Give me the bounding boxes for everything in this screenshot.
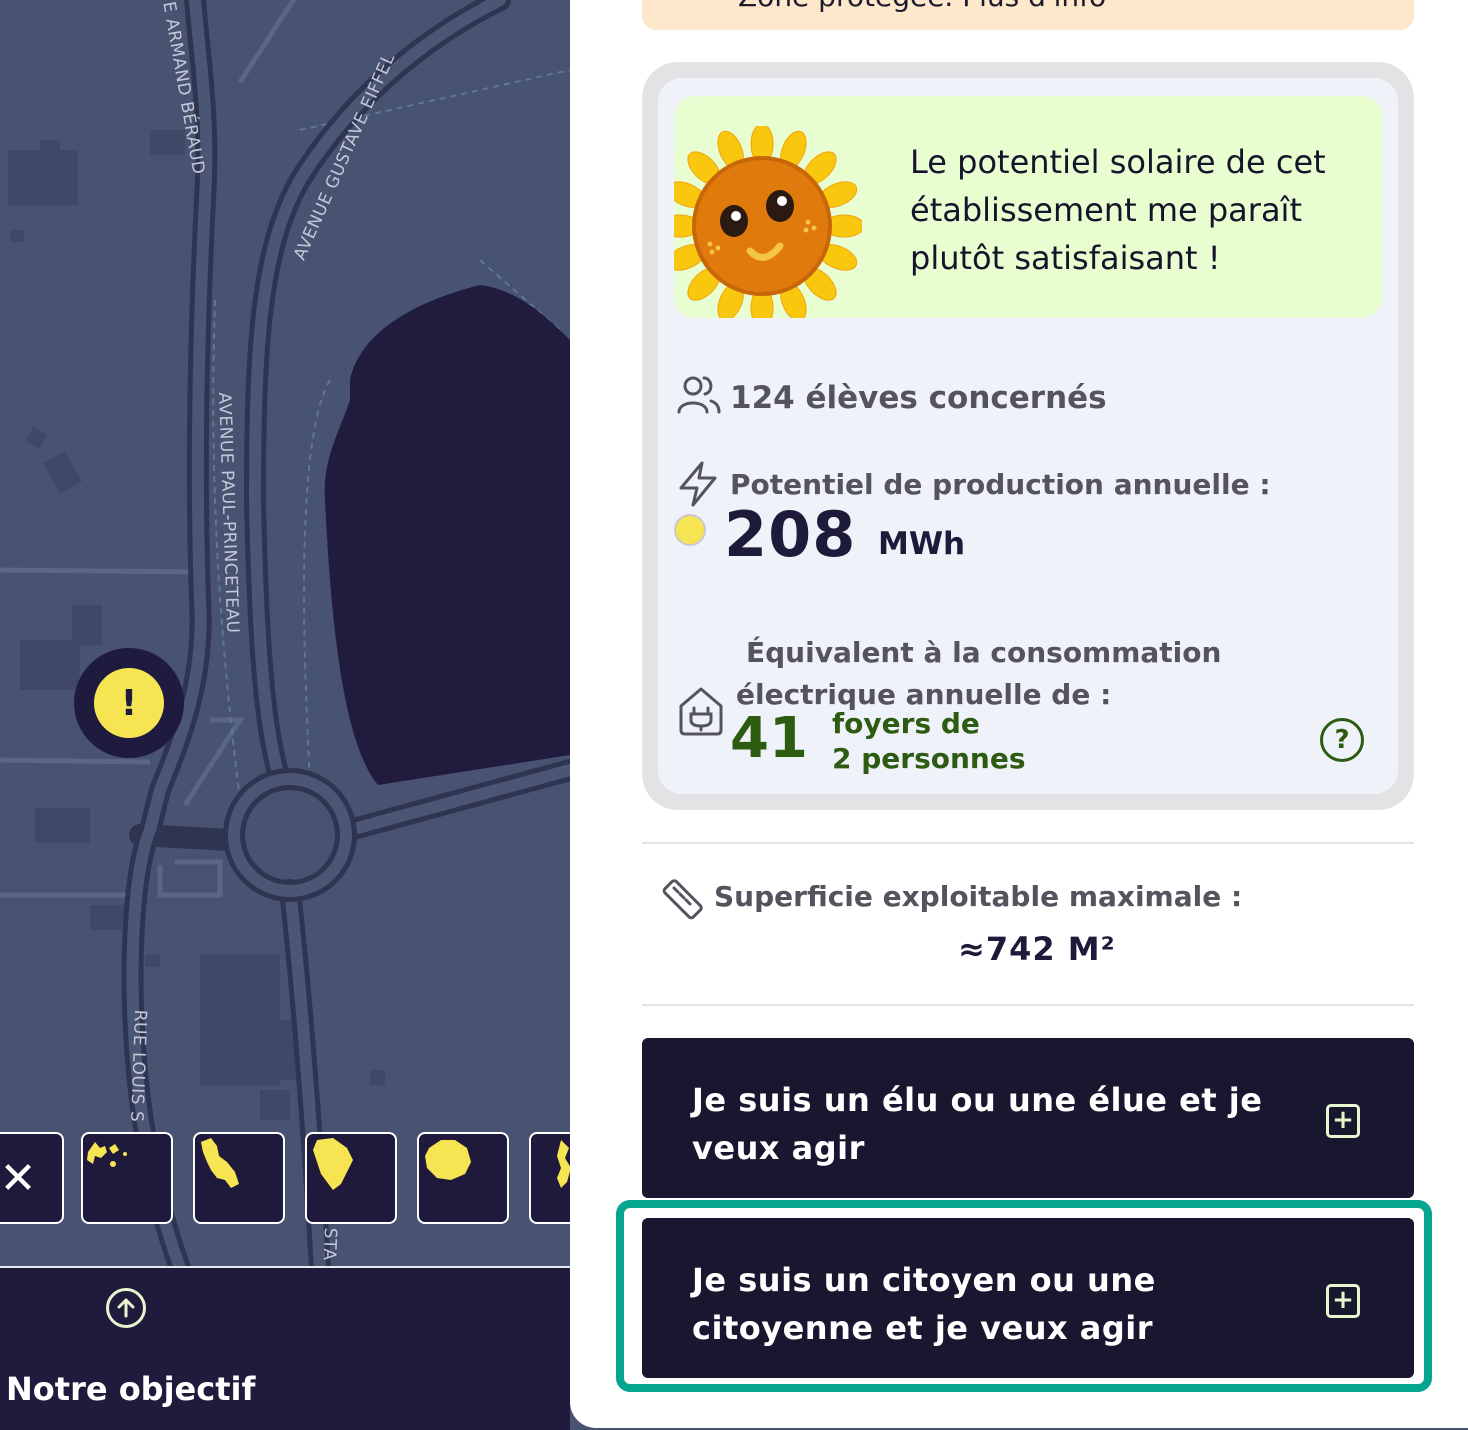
territory-button-la-reunion[interactable] [417,1132,509,1224]
action-label: Je suis un citoyen ou une citoyenne et j… [692,1261,1156,1347]
sun-dot-icon [674,514,706,546]
mascot-speech-text: Le potentiel solaire de cet établissemen… [910,143,1326,277]
households-line-2: 2 personnes [832,742,1026,775]
guyane-icon [313,1138,353,1190]
school-building [324,285,570,785]
elected-official-action-button[interactable]: Je suis un élu ou une élue et je veux ag… [642,1038,1414,1198]
goal-link[interactable]: Notre objectif [6,1370,255,1408]
equivalent-label: Équivalent à la consommation électrique … [736,636,1222,711]
households-line-1: foyers de [832,707,980,740]
close-territories-button[interactable]: ✕ [0,1132,64,1224]
establishment-panel: Zone protégée. Plus d'info [570,0,1468,1428]
solar-potential-card: Le potentiel solaire de cet établissemen… [642,62,1414,810]
plus-square-icon: + [1326,1104,1360,1138]
territory-button-mayotte[interactable] [529,1132,570,1224]
map-canvas [0,0,570,1268]
protected-zone-banner: Zone protégée. Plus d'info [642,0,1414,30]
arrow-up-circle-icon[interactable] [106,1288,146,1328]
ruler-icon [662,879,703,920]
house-plug-icon [679,687,723,736]
guadeloupe-icon [87,1142,127,1167]
help-icon[interactable]: ? [1320,718,1364,762]
production-value: 208 [724,498,857,571]
territory-selector: ✕ [0,1132,570,1228]
map[interactable]: E ARMAND BÉRAUD AVENUE GUSTAVE EIFFEL AV… [0,0,570,1268]
surface-label: Superficie exploitable maximale : [714,880,1243,913]
households-value: 41 [730,706,808,771]
sunflower-mascot-icon [674,126,862,318]
action-label: Je suis un élu ou une élue et je veux ag… [692,1081,1263,1167]
street-label: RUE LOUIS S [126,1009,150,1123]
street-label: STA [318,1227,340,1261]
la-reunion-icon [425,1140,471,1180]
territory-button-guadeloupe[interactable] [81,1132,173,1224]
surface-value: ≈742 M² [958,930,1116,968]
plus-square-icon: + [1326,1284,1360,1318]
citizen-action-button[interactable]: Je suis un citoyen ou une citoyenne et j… [642,1218,1414,1378]
production-unit: MWh [878,526,966,562]
close-icon: ✕ [0,1152,37,1204]
production-label: Potentiel de production annuelle : [730,468,1271,501]
students-count: 124 élèves concernés [730,380,1107,416]
establishment-marker[interactable]: ! [74,648,184,758]
lightning-icon [679,461,717,507]
households-description: foyers de 2 personnes [832,706,1026,776]
banner-text[interactable]: Zone protégée. Plus d'info [738,0,1106,13]
mascot-speech: Le potentiel solaire de cet établissemen… [674,96,1382,318]
divider [642,842,1414,844]
territory-button-guyane[interactable] [305,1132,397,1224]
users-icon [677,376,721,414]
warning-icon: ! [94,668,164,738]
martinique-icon [201,1138,239,1188]
divider [642,1004,1414,1006]
territory-button-martinique[interactable] [193,1132,285,1224]
card-content: Le potentiel solaire de cet établissemen… [658,78,1398,794]
mayotte-icon [557,1140,570,1188]
bottom-bar: Notre objectif [0,1266,570,1430]
